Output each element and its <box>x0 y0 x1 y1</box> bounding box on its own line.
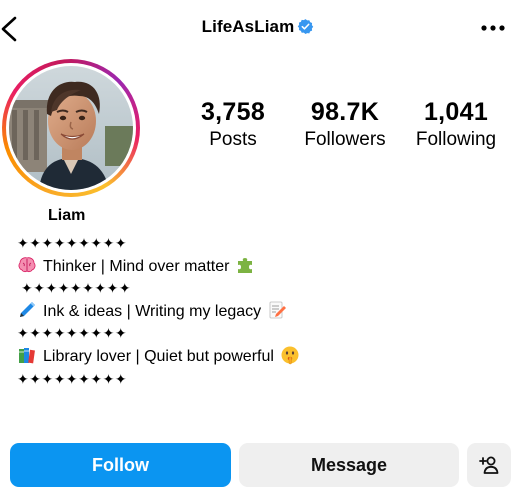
following-stat[interactable]: 1,041 Following <box>408 98 504 152</box>
bio-divider: ✦✦✦✦✦✦✦✦✦ <box>17 235 128 251</box>
bio-line: Thinker | Mind over matter <box>17 255 457 278</box>
bio-divider: ✦✦✦✦✦✦✦✦✦ <box>21 280 132 297</box>
bio-divider: ✦✦✦✦✦✦✦✦✦ <box>17 325 128 342</box>
bio-text: Ink & ideas | Writing my legacy <box>43 302 262 320</box>
bio-divider: ✦✦✦✦✦✦✦✦✦ <box>17 370 128 387</box>
brain-emoji-icon <box>18 256 36 272</box>
posts-stat[interactable]: 3,758 Posts <box>193 98 273 152</box>
follow-button[interactable]: Follow <box>10 443 231 487</box>
top-navigation-bar: LifeAsLiam <box>0 0 516 58</box>
username: LifeAsLiam <box>201 17 295 36</box>
avatar <box>9 66 133 190</box>
following-count: 1,041 <box>423 98 489 126</box>
memo-emoji-icon <box>269 301 287 319</box>
followers-stat[interactable]: 98.7K Followers <box>297 98 393 152</box>
story-ring[interactable] <box>2 59 140 197</box>
message-button[interactable]: Message <box>239 443 459 487</box>
profile-name: Liam <box>48 207 86 224</box>
followers-count: 98.7K <box>310 98 380 126</box>
verified-badge-icon <box>298 19 314 34</box>
puzzle-piece-emoji-icon <box>238 257 253 273</box>
bio-line: Ink & ideas | Writing my legacy <box>17 300 457 323</box>
bio-text: Library lover | Quiet but powerful <box>43 347 274 365</box>
more-options-icon[interactable] <box>480 18 506 38</box>
profile-username-title: LifeAsLiam <box>0 17 516 37</box>
add-person-icon <box>479 456 499 474</box>
profile-bio: ✦✦✦✦✦✦✦✦✦ Thinker | Mind over matter ✦✦✦… <box>17 232 457 390</box>
shushing-face-emoji-icon <box>281 346 299 365</box>
bio-text: Thinker | Mind over matter <box>43 257 230 275</box>
following-label: Following <box>415 129 497 150</box>
bio-line: Library lover | Quiet but powerful <box>17 345 457 368</box>
posts-count: 3,758 <box>200 98 266 126</box>
posts-label: Posts <box>209 129 257 150</box>
pen-emoji-icon <box>20 301 35 317</box>
followers-label: Followers <box>304 129 386 150</box>
books-emoji-icon <box>19 347 35 364</box>
suggested-accounts-button[interactable] <box>467 443 511 487</box>
